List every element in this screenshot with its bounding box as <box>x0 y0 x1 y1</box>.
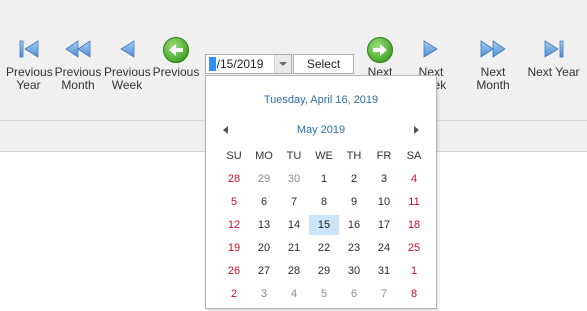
weekday-label: WE <box>315 150 333 162</box>
previous-button[interactable]: Previous <box>152 36 200 100</box>
calendar-day[interactable]: 20 <box>249 238 279 258</box>
calendar-grid: SU MO TU WE TH FR SA 28 29 30 1 2 3 4 5 6 7 8 9 10 11… <box>219 146 429 307</box>
weekday-label: TH <box>346 150 362 162</box>
calendar-day[interactable]: 27 <box>249 261 279 281</box>
calendar-day[interactable]: 3 <box>249 284 279 304</box>
calendar-day[interactable]: 18 <box>399 215 429 235</box>
calendar-week-row: 26 27 28 29 30 31 1 <box>219 261 429 284</box>
calendar-day[interactable]: 8 <box>399 284 429 304</box>
fast-forward-icon <box>480 40 506 58</box>
calendar-day[interactable]: 12 <box>219 215 249 235</box>
calendar-week-row: 5 6 7 8 9 10 11 <box>219 192 429 215</box>
weekday-label: FR <box>376 150 392 162</box>
circle-arrow-left-icon <box>163 37 189 63</box>
weekday-label: TU <box>286 150 302 162</box>
previous-year-button[interactable]: Previous Year <box>6 36 53 100</box>
calendar-day[interactable]: 4 <box>279 284 309 304</box>
weeks-container: 28 29 30 1 2 3 4 5 6 7 8 9 10 11 12 13 14 15 16 17 18 19 20 21 2… <box>219 169 429 307</box>
calendar-day[interactable]: 7 <box>369 284 399 304</box>
next-year-label: Next Year <box>527 65 580 79</box>
calendar-day[interactable]: 5 <box>219 192 249 212</box>
calendar-day[interactable]: 29 <box>309 261 339 281</box>
weekday-label: MO <box>255 150 273 162</box>
circle-arrow-right-icon <box>367 37 393 63</box>
calendar-day[interactable]: 8 <box>309 192 339 212</box>
calendar-day[interactable]: 25 <box>399 238 429 258</box>
calendar-day[interactable]: 4 <box>399 169 429 189</box>
select-date-button[interactable]: Select Date <box>293 54 354 89</box>
previous-year-label: Previous Year <box>6 65 53 92</box>
previous-week-label: Previous Week <box>104 65 151 92</box>
previous-week-button[interactable]: Previous Week <box>104 36 151 100</box>
calendar-day[interactable]: 31 <box>369 261 399 281</box>
text-selection <box>209 57 216 71</box>
calendar-week-row: 28 29 30 1 2 3 4 <box>219 169 429 192</box>
calendar-day[interactable]: 15 <box>309 215 339 235</box>
play-right-icon <box>423 40 438 58</box>
calendar-day[interactable]: 6 <box>249 192 279 212</box>
weekday-header: SU MO TU WE TH FR SA <box>219 146 429 169</box>
date-input[interactable] <box>206 55 278 73</box>
calendar-day[interactable]: 16 <box>339 215 369 235</box>
calendar-day[interactable]: 1 <box>399 261 429 281</box>
calendar-day[interactable]: 5 <box>309 284 339 304</box>
today-link[interactable]: Tuesday, April 16, 2019 <box>206 94 436 106</box>
calendar-day[interactable]: 9 <box>339 192 369 212</box>
calendar-week-row: 12 13 14 15 16 17 18 <box>219 215 429 238</box>
next-month-button[interactable]: Next Month <box>463 36 523 100</box>
calendar-day[interactable]: 30 <box>339 261 369 281</box>
month-navigator: May 2019 <box>206 124 436 138</box>
calendar-day[interactable]: 19 <box>219 238 249 258</box>
calendar-day[interactable]: 10 <box>369 192 399 212</box>
calendar-day[interactable]: 24 <box>369 238 399 258</box>
calendar-week-row: 19 20 21 22 23 24 25 <box>219 238 429 261</box>
calendar-day[interactable]: 2 <box>339 169 369 189</box>
next-month-label: Next Month <box>476 65 510 92</box>
next-month-arrow-icon[interactable] <box>414 126 419 134</box>
calendar-day[interactable]: 26 <box>219 261 249 281</box>
calendar-day[interactable]: 11 <box>399 192 429 212</box>
next-year-button[interactable]: Next Year <box>526 36 581 100</box>
calendar-week-row: 2345678 <box>219 284 429 307</box>
calendar-day[interactable]: 28 <box>219 169 249 189</box>
calendar-day[interactable]: 23 <box>339 238 369 258</box>
calendar-day[interactable]: 6 <box>339 284 369 304</box>
calendar-day[interactable]: 14 <box>279 215 309 235</box>
weekday-label: SU <box>226 150 242 162</box>
calendar-day[interactable]: 1 <box>309 169 339 189</box>
previous-label: Previous <box>152 65 200 79</box>
calendar-day[interactable]: 28 <box>279 261 309 281</box>
calendar-day[interactable]: 21 <box>279 238 309 258</box>
calendar-day[interactable]: 30 <box>279 169 309 189</box>
calendar-day[interactable]: 17 <box>369 215 399 235</box>
dropdown-button[interactable] <box>274 55 291 73</box>
weekday-label: SA <box>406 150 422 162</box>
first-page-icon <box>19 40 38 58</box>
calendar-day[interactable]: 13 <box>249 215 279 235</box>
date-field[interactable] <box>205 54 292 74</box>
calendar-day[interactable]: 22 <box>309 238 339 258</box>
calendar-popup: Tuesday, April 16, 2019 May 2019 SU MO T… <box>205 75 437 309</box>
calendar-day[interactable]: 2 <box>219 284 249 304</box>
previous-month-button[interactable]: Previous Month <box>54 36 102 100</box>
fast-rewind-icon <box>65 40 91 58</box>
play-left-icon <box>120 40 135 58</box>
calendar-day[interactable]: 7 <box>279 192 309 212</box>
month-title[interactable]: May 2019 <box>206 124 436 136</box>
previous-month-label: Previous Month <box>54 65 102 92</box>
last-page-icon <box>544 40 563 58</box>
calendar-day[interactable]: 3 <box>369 169 399 189</box>
calendar-day[interactable]: 29 <box>249 169 279 189</box>
